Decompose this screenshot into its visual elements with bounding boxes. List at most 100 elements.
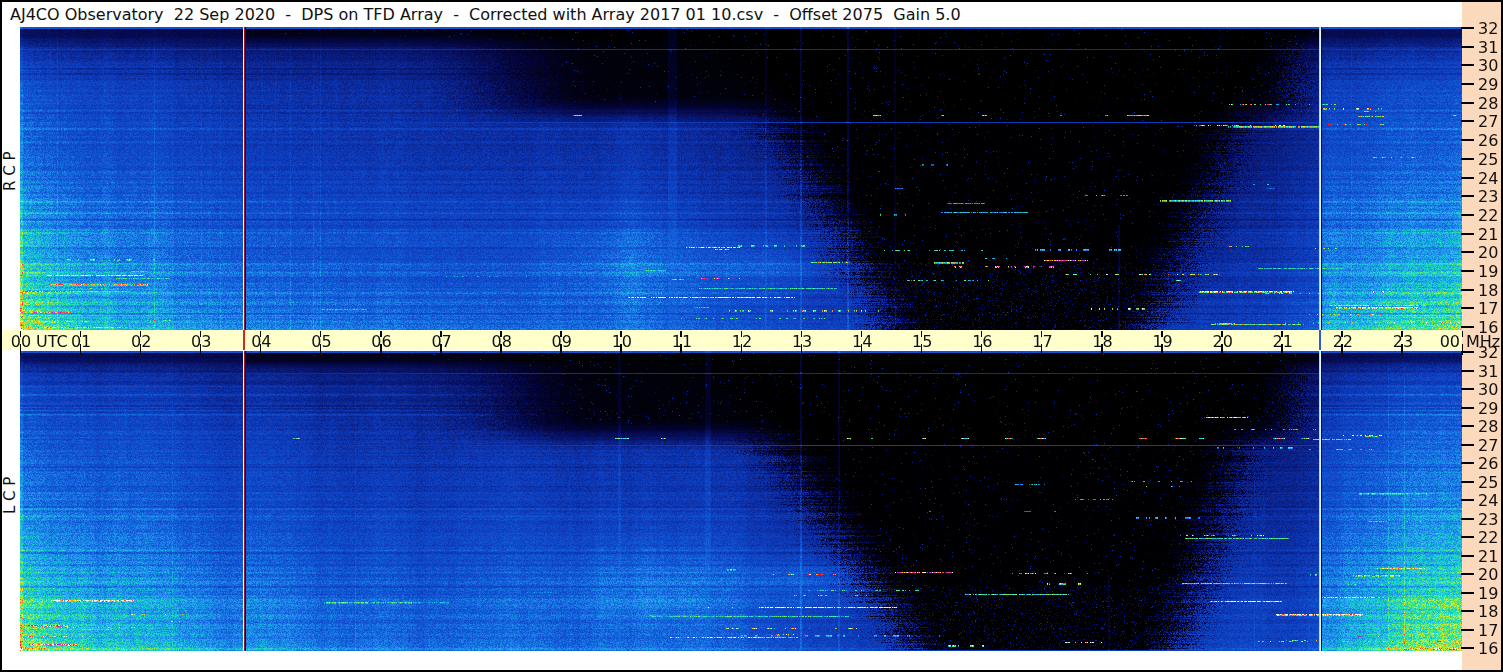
time-tick-label: 06 — [370, 332, 394, 351]
freq-tick-label: 17 — [1478, 299, 1498, 318]
freq-tick — [1461, 177, 1474, 179]
freq-tick — [1461, 536, 1474, 538]
freq-tick-label: 31 — [1478, 362, 1498, 381]
time-tick-top — [1462, 331, 1464, 337]
lcp-spectrogram — [20, 351, 1462, 651]
freq-tick — [1461, 233, 1474, 235]
freq-tick-label: 29 — [1478, 75, 1498, 94]
time-tick-label: 14 — [850, 332, 874, 351]
blue-marker-strip — [1319, 330, 1321, 350]
freq-tick — [1461, 518, 1474, 520]
freq-tick-label: 26 — [1478, 454, 1498, 473]
freq-tick — [1461, 351, 1474, 353]
time-tick-label: 02 — [129, 332, 153, 351]
freq-tick — [1461, 425, 1474, 427]
freq-tick — [1461, 555, 1474, 557]
freq-tick — [1461, 326, 1474, 328]
freq-tick — [1461, 307, 1474, 309]
freq-tick — [1461, 214, 1474, 216]
freq-tick-label: 30 — [1478, 56, 1498, 75]
freq-tick-label: 21 — [1478, 225, 1498, 244]
freq-tick-label: 19 — [1478, 584, 1498, 603]
time-tick-label: 17 — [1030, 332, 1054, 351]
freq-tick-label: 20 — [1478, 243, 1498, 262]
title-bar: AJ4CO Observatory 22 Sep 2020 - DPS on T… — [2, 2, 1461, 27]
time-tick-label: 03 — [189, 332, 213, 351]
freq-tick — [1461, 102, 1474, 104]
time-tick-label: 20 — [1211, 332, 1235, 351]
freq-tick-label: 18 — [1478, 602, 1498, 621]
freq-tick-label: 25 — [1478, 150, 1498, 169]
time-tick-bottom — [1462, 344, 1464, 355]
time-axis-unit-label: UTC — [36, 332, 68, 351]
time-tick-label: 13 — [790, 332, 814, 351]
time-tick-label: 09 — [550, 332, 574, 351]
time-tick-label: 12 — [730, 332, 754, 351]
time-tick-label: 08 — [490, 332, 514, 351]
time-tick-label: 00 — [1436, 332, 1460, 351]
freq-tick — [1461, 83, 1474, 85]
rcp-axis-label: R C P — [1, 169, 19, 191]
freq-tick — [1461, 573, 1474, 575]
rcp-spectrogram — [20, 27, 1462, 330]
time-tick-label: 19 — [1151, 332, 1175, 351]
freq-tick — [1461, 370, 1474, 372]
freq-tick — [1461, 444, 1474, 446]
freq-tick-label: 31 — [1478, 38, 1498, 57]
freq-tick — [1461, 610, 1474, 612]
time-tick-label: 00 — [9, 332, 33, 351]
freq-tick — [1461, 388, 1474, 390]
freq-tick — [1461, 64, 1474, 66]
freq-tick — [1461, 139, 1474, 141]
freq-tick-label: 19 — [1478, 262, 1498, 281]
freq-tick-label: 23 — [1478, 187, 1498, 206]
freq-tick-label: 30 — [1478, 380, 1498, 399]
time-tick-label: 23 — [1391, 332, 1415, 351]
freq-tick-label: 28 — [1478, 417, 1498, 436]
freq-tick-label: 27 — [1478, 112, 1498, 131]
freq-tick-label: 29 — [1478, 399, 1498, 418]
freq-tick-label: 16 — [1478, 318, 1498, 337]
freq-tick — [1461, 462, 1474, 464]
freq-tick-label: 21 — [1478, 547, 1498, 566]
time-tick-label: 10 — [610, 332, 634, 351]
time-tick-label: 21 — [1271, 332, 1295, 351]
freq-tick-label: 23 — [1478, 510, 1498, 529]
freq-tick-label: 27 — [1478, 436, 1498, 455]
freq-tick — [1461, 251, 1474, 253]
time-tick-label: 16 — [970, 332, 994, 351]
freq-tick-label: 24 — [1478, 491, 1498, 510]
freq-tick — [1461, 27, 1474, 29]
freq-tick — [1461, 158, 1474, 160]
freq-tick — [1461, 629, 1474, 631]
time-tick-label: 18 — [1091, 332, 1115, 351]
dps-display: AJ4CO Observatory 22 Sep 2020 - DPS on T… — [0, 0, 1503, 672]
red-marker-strip — [243, 330, 245, 350]
freq-tick — [1461, 647, 1474, 649]
freq-tick — [1461, 407, 1474, 409]
freq-tick-label: 20 — [1478, 565, 1498, 584]
freq-tick — [1461, 46, 1474, 48]
freq-tick — [1461, 499, 1474, 501]
freq-tick-label: 32 — [1478, 19, 1498, 38]
freq-tick — [1461, 289, 1474, 291]
freq-tick-label: 22 — [1478, 528, 1498, 547]
lcp-axis-label: L C P — [1, 492, 19, 514]
freq-tick — [1461, 481, 1474, 483]
freq-tick — [1461, 195, 1474, 197]
time-tick-label: 01 — [69, 332, 93, 351]
freq-tick — [1461, 270, 1474, 272]
freq-tick-label: 22 — [1478, 206, 1498, 225]
time-tick-label: 05 — [309, 332, 333, 351]
page-title: AJ4CO Observatory 22 Sep 2020 - DPS on T… — [10, 5, 961, 24]
time-tick-label: 04 — [249, 332, 273, 351]
time-tick-label: 07 — [430, 332, 454, 351]
freq-tick-label: 32 — [1478, 343, 1498, 362]
time-tick-label: 15 — [910, 332, 934, 351]
freq-tick — [1461, 592, 1474, 594]
freq-tick-label: 17 — [1478, 621, 1498, 640]
freq-tick-label: 16 — [1478, 639, 1498, 658]
freq-tick-label: 26 — [1478, 131, 1498, 150]
freq-tick-label: 24 — [1478, 169, 1498, 188]
freq-tick-label: 18 — [1478, 281, 1498, 300]
